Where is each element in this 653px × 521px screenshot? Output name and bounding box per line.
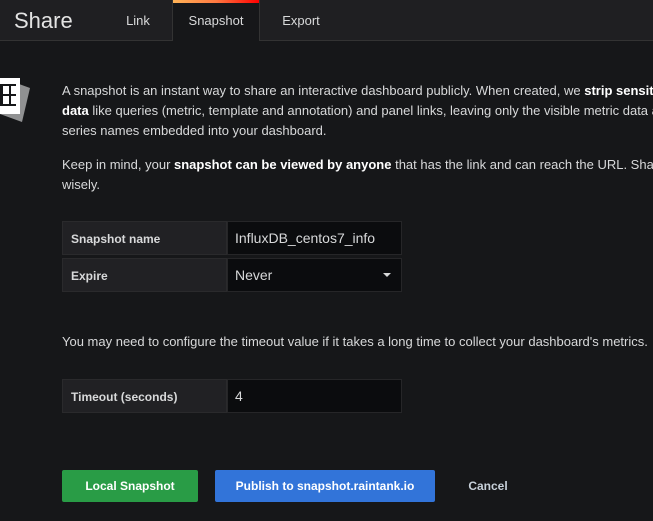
warning-line-2: wisely. <box>62 177 101 192</box>
modal-header: Share Link Snapshot Export <box>0 0 653 41</box>
intro-line-1: A snapshot is an instant way to share an… <box>62 83 653 98</box>
expire-row: Expire Never <box>62 258 402 292</box>
tab-link[interactable]: Link <box>105 0 171 40</box>
snapshot-icon <box>0 78 30 122</box>
snapshot-name-label: Snapshot name <box>62 221 227 255</box>
snapshot-name-input[interactable]: InfluxDB_centos7_info <box>227 221 402 255</box>
timeout-input[interactable]: 4 <box>227 379 402 413</box>
publish-snapshot-button[interactable]: Publish to snapshot.raintank.io <box>215 470 435 502</box>
warning-line-1: Keep in mind, your snapshot can be viewe… <box>62 157 653 172</box>
tab-export[interactable]: Export <box>260 0 342 40</box>
timeout-note: You may need to configure the timeout va… <box>62 334 648 349</box>
modal-title: Share <box>14 8 73 33</box>
cancel-button[interactable]: Cancel <box>452 470 524 502</box>
timeout-row: Timeout (seconds) 4 <box>62 379 402 413</box>
snapshot-name-row: Snapshot name InfluxDB_centos7_info <box>62 221 402 255</box>
tab-snapshot[interactable]: Snapshot <box>172 0 260 41</box>
intro-line-3: series names embedded into your dashboar… <box>62 123 327 138</box>
intro-line-2: data like queries (metric, template and … <box>62 103 653 118</box>
timeout-label: Timeout (seconds) <box>62 379 227 413</box>
caret-down-icon <box>383 273 391 277</box>
expire-label: Expire <box>62 258 227 292</box>
expire-select[interactable]: Never <box>227 258 402 292</box>
expire-value: Never <box>235 267 273 283</box>
local-snapshot-button[interactable]: Local Snapshot <box>62 470 198 502</box>
